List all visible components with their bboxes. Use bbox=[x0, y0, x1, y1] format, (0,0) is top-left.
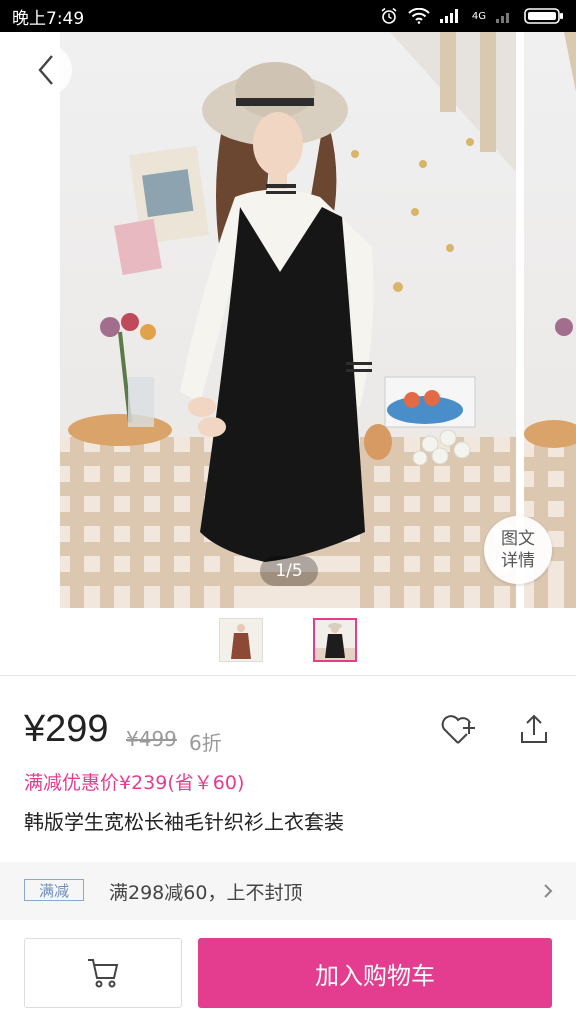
back-arrow-icon bbox=[38, 55, 53, 85]
thumbnail-2-image bbox=[315, 620, 355, 660]
original-price: ¥499 bbox=[126, 727, 177, 751]
back-button[interactable] bbox=[20, 44, 72, 96]
status-time: 晚上7:49 bbox=[12, 8, 85, 29]
share-button[interactable] bbox=[514, 710, 554, 750]
thumbnail-1[interactable] bbox=[219, 618, 263, 662]
alarm-icon bbox=[381, 7, 397, 24]
thumbnail-2[interactable] bbox=[313, 618, 357, 662]
status-icons: 4G bbox=[380, 7, 564, 25]
promotion-text: 满298减60，上不封顶 bbox=[109, 882, 303, 904]
share-icon bbox=[521, 714, 547, 743]
network-label: 4G bbox=[471, 10, 486, 22]
thumbnail-strip bbox=[0, 608, 576, 676]
discount-label: 6折 bbox=[189, 731, 222, 755]
battery-icon bbox=[524, 8, 563, 24]
promotion-row[interactable]: 满减 满298减60，上不封顶 bbox=[0, 862, 576, 920]
graphic-details-button[interactable]: 图文 详情 bbox=[484, 516, 552, 584]
favorite-button[interactable] bbox=[438, 710, 478, 750]
chevron-right-icon bbox=[544, 884, 553, 898]
signal-icon bbox=[439, 9, 458, 23]
status-bar: 晚上7:49 4G bbox=[0, 0, 576, 32]
promotion-tag: 满减 bbox=[24, 879, 84, 901]
signal-weak-icon bbox=[496, 13, 509, 23]
current-price: ¥299 bbox=[24, 708, 109, 750]
shopping-cart-icon bbox=[88, 959, 119, 988]
product-photo-illustration bbox=[60, 32, 516, 608]
detail-button-line1: 图文 bbox=[501, 529, 535, 549]
product-title: 韩版学生宽松长袖毛针织衫上衣套装 bbox=[24, 810, 344, 834]
promo-price: 满减优惠价¥239(省￥60) bbox=[24, 772, 245, 794]
product-photo[interactable] bbox=[60, 32, 516, 608]
detail-button-line2: 详情 bbox=[501, 551, 535, 571]
cart-button[interactable] bbox=[24, 938, 182, 1008]
wifi-icon bbox=[408, 8, 430, 24]
image-counter: 1/5 bbox=[260, 556, 318, 586]
product-gallery[interactable]: 图文 详情 1/5 bbox=[0, 32, 576, 608]
thumbnail-1-image bbox=[220, 619, 262, 661]
add-to-cart-button[interactable]: 加入购物车 bbox=[198, 938, 552, 1008]
favorite-add-icon bbox=[441, 715, 475, 744]
